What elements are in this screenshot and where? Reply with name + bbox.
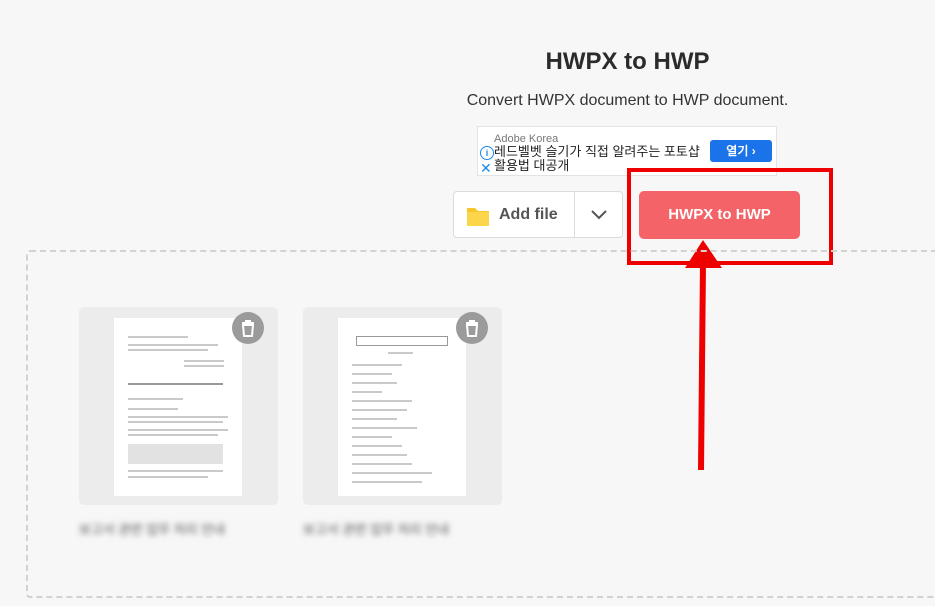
chevron-down-icon[interactable] [584, 202, 614, 227]
file-name: 보고서 관련 업무 처리 안내 [79, 522, 226, 537]
file-card[interactable] [303, 307, 502, 505]
page-subtitle: Convert HWPX document to HWP document. [466, 92, 789, 109]
close-icon[interactable]: ✕ [480, 161, 492, 175]
page-title: HWPX to HWP [545, 48, 710, 75]
trash-icon [241, 320, 255, 337]
chevron-right-icon: › [751, 144, 756, 158]
ad-open-button[interactable]: 열기 › [710, 140, 772, 162]
ad-open-label: 열기 [726, 144, 749, 158]
delete-file-button[interactable] [232, 312, 264, 344]
file-name: 보고서 관련 업무 처리 안내 [303, 522, 450, 537]
file-card[interactable] [79, 307, 278, 505]
convert-button[interactable]: HWPX to HWP [639, 191, 800, 239]
delete-file-button[interactable] [456, 312, 488, 344]
document-thumbnail [114, 318, 242, 496]
divider [574, 192, 575, 237]
add-file-button[interactable]: Add file [453, 191, 623, 238]
folder-icon [467, 208, 489, 226]
trash-icon [465, 320, 479, 337]
document-thumbnail [338, 318, 466, 496]
info-icon[interactable]: i [480, 146, 494, 160]
add-file-label: Add file [499, 206, 558, 223]
